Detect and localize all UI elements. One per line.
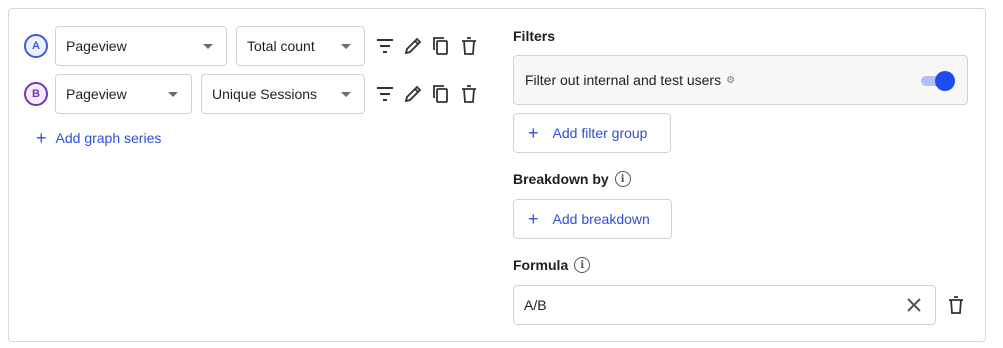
plus-icon: + (36, 128, 47, 148)
add-graph-series-button[interactable]: + Add graph series (36, 128, 161, 148)
formula-input[interactable]: A/B (513, 285, 936, 325)
toggle-knob (935, 71, 955, 91)
filters-title-text: Filters (513, 28, 556, 44)
plus-icon: + (528, 209, 539, 229)
chevron-down-icon (341, 44, 351, 49)
chevron-down-icon (168, 92, 178, 97)
event-select-value: Pageview (66, 38, 127, 54)
series-letter-badge: A (24, 34, 48, 58)
filters-title: Filters (513, 28, 555, 44)
plus-icon: + (528, 123, 539, 143)
chevron-down-icon (203, 44, 213, 49)
add-filter-group-button[interactable]: + Add filter group (513, 113, 671, 153)
formula-title: Formula i (513, 257, 591, 273)
add-breakdown-button[interactable]: + Add breakdown (513, 199, 672, 239)
add-breakdown-label: Add breakdown (552, 211, 650, 227)
info-icon[interactable]: i (574, 257, 591, 273)
math-select-value: Unique Sessions (212, 86, 318, 102)
filter-icon[interactable] (374, 35, 396, 57)
event-select-value: Pageview (66, 86, 127, 102)
duplicate-icon[interactable] (430, 35, 452, 57)
event-select[interactable]: Pageview (55, 26, 227, 66)
add-graph-series-label: Add graph series (55, 130, 162, 146)
formula-title-text: Formula (513, 257, 569, 273)
duplicate-icon[interactable] (430, 83, 452, 105)
internal-users-toggle[interactable] (919, 71, 955, 91)
gear-icon[interactable]: ⚙ (726, 75, 735, 86)
info-icon[interactable]: i (614, 171, 631, 187)
formula-value: A/B (524, 297, 547, 313)
chevron-down-icon (341, 92, 351, 97)
breakdown-title-text: Breakdown by (513, 171, 609, 187)
internal-users-filter: Filter out internal and test users ⚙ (513, 55, 968, 105)
edit-icon[interactable] (402, 35, 424, 57)
edit-icon[interactable] (402, 83, 424, 105)
breakdown-title: Breakdown by i (513, 171, 631, 187)
delete-icon[interactable] (945, 294, 967, 316)
internal-users-filter-label: Filter out internal and test users (525, 72, 722, 88)
add-filter-group-label: Add filter group (552, 125, 648, 141)
event-select[interactable]: Pageview (55, 74, 192, 114)
filter-icon[interactable] (374, 83, 396, 105)
series-letter-badge: B (24, 82, 48, 106)
close-icon[interactable] (905, 296, 923, 314)
math-select[interactable]: Total count (236, 26, 365, 66)
delete-icon[interactable] (458, 83, 480, 105)
delete-icon[interactable] (458, 35, 480, 57)
math-select-value: Total count (247, 38, 315, 54)
math-select[interactable]: Unique Sessions (201, 74, 365, 114)
